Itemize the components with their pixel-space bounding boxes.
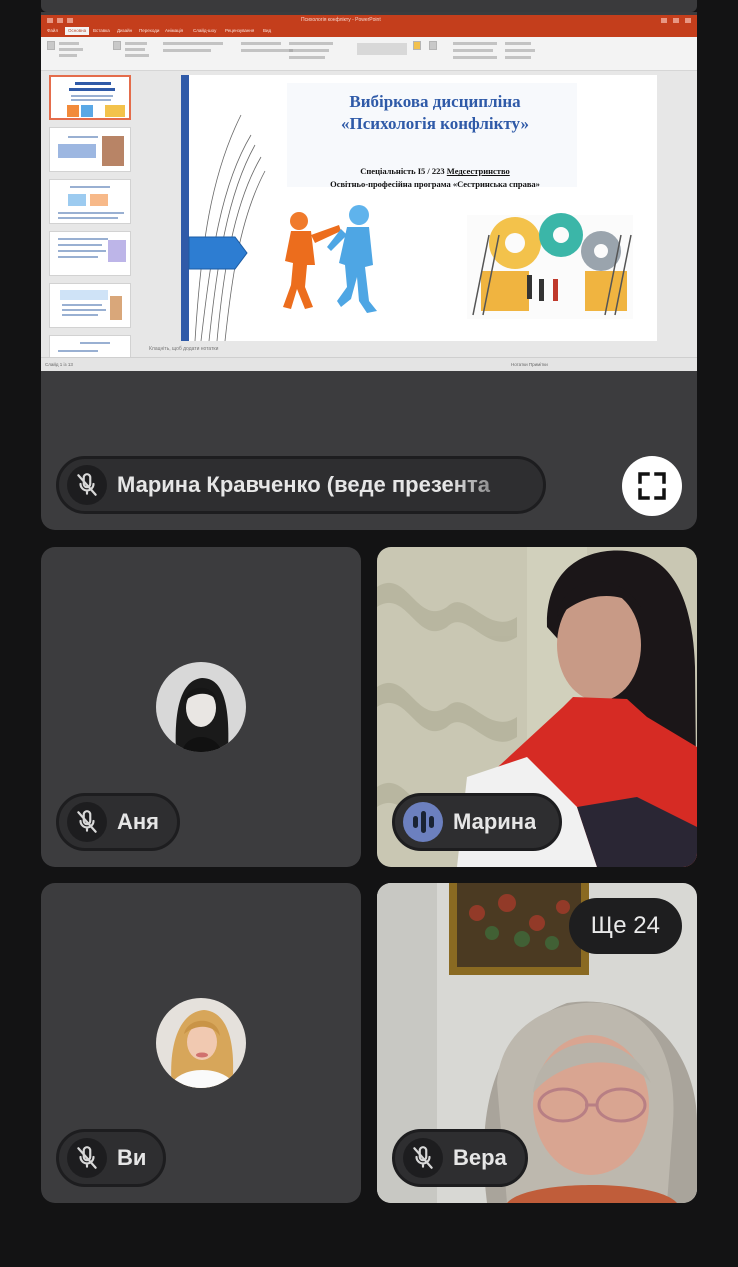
participant-name: Ви — [117, 1145, 147, 1170]
slide-title-line1: Вибіркова дисципліна — [349, 92, 521, 111]
ppt-tab-active: Основна — [65, 27, 90, 35]
previous-tile-edge — [41, 0, 697, 12]
presentation-tile[interactable]: Психологія конфлікту - PowerPoint Файл О… — [41, 12, 697, 530]
slide-program: Освітньо-професійна програма «Сестринськ… — [330, 179, 540, 189]
slide-subtitle: Спеціальність I5 / 223 Медсестринство Ос… — [283, 165, 587, 191]
participant-tile-self[interactable]: Ви — [41, 883, 361, 1203]
fullscreen-icon — [638, 472, 666, 500]
audio-level-icon — [403, 802, 443, 842]
undo-icon — [57, 18, 63, 23]
presenter-name-pill: Марина Кравченко (веде презента — [56, 456, 546, 514]
ppt-statusbar: Слайд 1 із 13 Нотатки Примітки — [41, 357, 697, 371]
more-participants-button[interactable]: Ще 24 — [568, 898, 682, 954]
avatar — [156, 998, 246, 1088]
ppt-tab: Вид — [263, 28, 272, 33]
ppt-tab: Рецензування — [225, 28, 255, 33]
mic-off-icon — [67, 465, 107, 505]
thumbnail-slide-5 — [49, 283, 131, 328]
minimize-icon — [661, 18, 667, 23]
shared-screen: Психологія конфлікту - PowerPoint Файл О… — [41, 15, 697, 371]
participant-tile-maryna[interactable]: Марина — [377, 547, 697, 867]
thumbnail-slide-3 — [49, 179, 131, 224]
arrange-icon — [413, 41, 421, 50]
ppt-tab: Файл — [47, 28, 59, 33]
participant-tile-anya[interactable]: Аня — [41, 547, 361, 867]
slide-title-line2: «Психологія конфлікту» — [341, 114, 529, 133]
ppt-tab: Анімація — [165, 28, 184, 33]
paste-icon — [47, 41, 55, 50]
thumbnail-slide-4 — [49, 231, 131, 276]
save-icon — [47, 18, 53, 23]
presenter-name: Марина Кравченко (веде презента — [117, 472, 491, 497]
notes-placeholder: Клацніть, щоб додати нотатки — [149, 346, 219, 352]
participant-name: Аня — [117, 809, 160, 834]
new-slide-icon — [113, 41, 121, 50]
ppt-window-title: Психологія конфлікту - PowerPoint — [301, 17, 381, 23]
thumbnail-slide-2 — [49, 127, 131, 172]
current-slide: Вибіркова дисципліна «Психологія конфлік… — [181, 75, 657, 341]
participant-name: Марина — [453, 809, 537, 834]
redo-icon — [67, 18, 73, 23]
thumbnail-slide-1 — [49, 75, 131, 120]
participant-name-pill: Ви — [56, 1129, 166, 1187]
participant-name-pill: Вера — [392, 1129, 528, 1187]
ppt-ribbon — [41, 37, 697, 71]
slide-title: Вибіркова дисципліна «Психологія конфлік… — [293, 91, 577, 135]
participant-name-pill: Аня — [56, 793, 180, 851]
ppt-tab: Дизайн — [117, 28, 133, 33]
participant-name: Вера — [453, 1145, 507, 1170]
participant-tile-vera[interactable]: Ще 24 Вера — [377, 883, 697, 1203]
ppt-tab: Вставка — [93, 28, 110, 33]
status-slide-count: Слайд 1 із 13 — [45, 362, 73, 367]
ppt-tabs: Файл Основна Вставка Дизайн Переходи Ані… — [41, 27, 697, 37]
fullscreen-button[interactable] — [622, 456, 682, 516]
mic-off-icon — [67, 802, 107, 842]
status-notes: Нотатки Примітки — [511, 362, 548, 367]
mic-off-icon — [67, 1138, 107, 1178]
close-icon — [685, 18, 691, 23]
slide-thumbnails — [49, 75, 131, 371]
avatar — [156, 662, 246, 752]
ppt-titlebar: Психологія конфлікту - PowerPoint — [41, 15, 697, 27]
quick-styles-icon — [429, 41, 437, 50]
maximize-icon — [673, 18, 679, 23]
teamwork-gears — [467, 213, 633, 319]
ppt-tab: Слайд-шоу — [193, 28, 217, 33]
ppt-body: Вибіркова дисципліна «Психологія конфлік… — [41, 71, 697, 371]
participant-name-pill: Марина — [392, 793, 562, 851]
slide-specialty: Спеціальність I5 / 223 Медсестринство — [360, 166, 510, 176]
mic-off-icon — [403, 1138, 443, 1178]
ppt-tab: Переходи — [139, 28, 160, 33]
